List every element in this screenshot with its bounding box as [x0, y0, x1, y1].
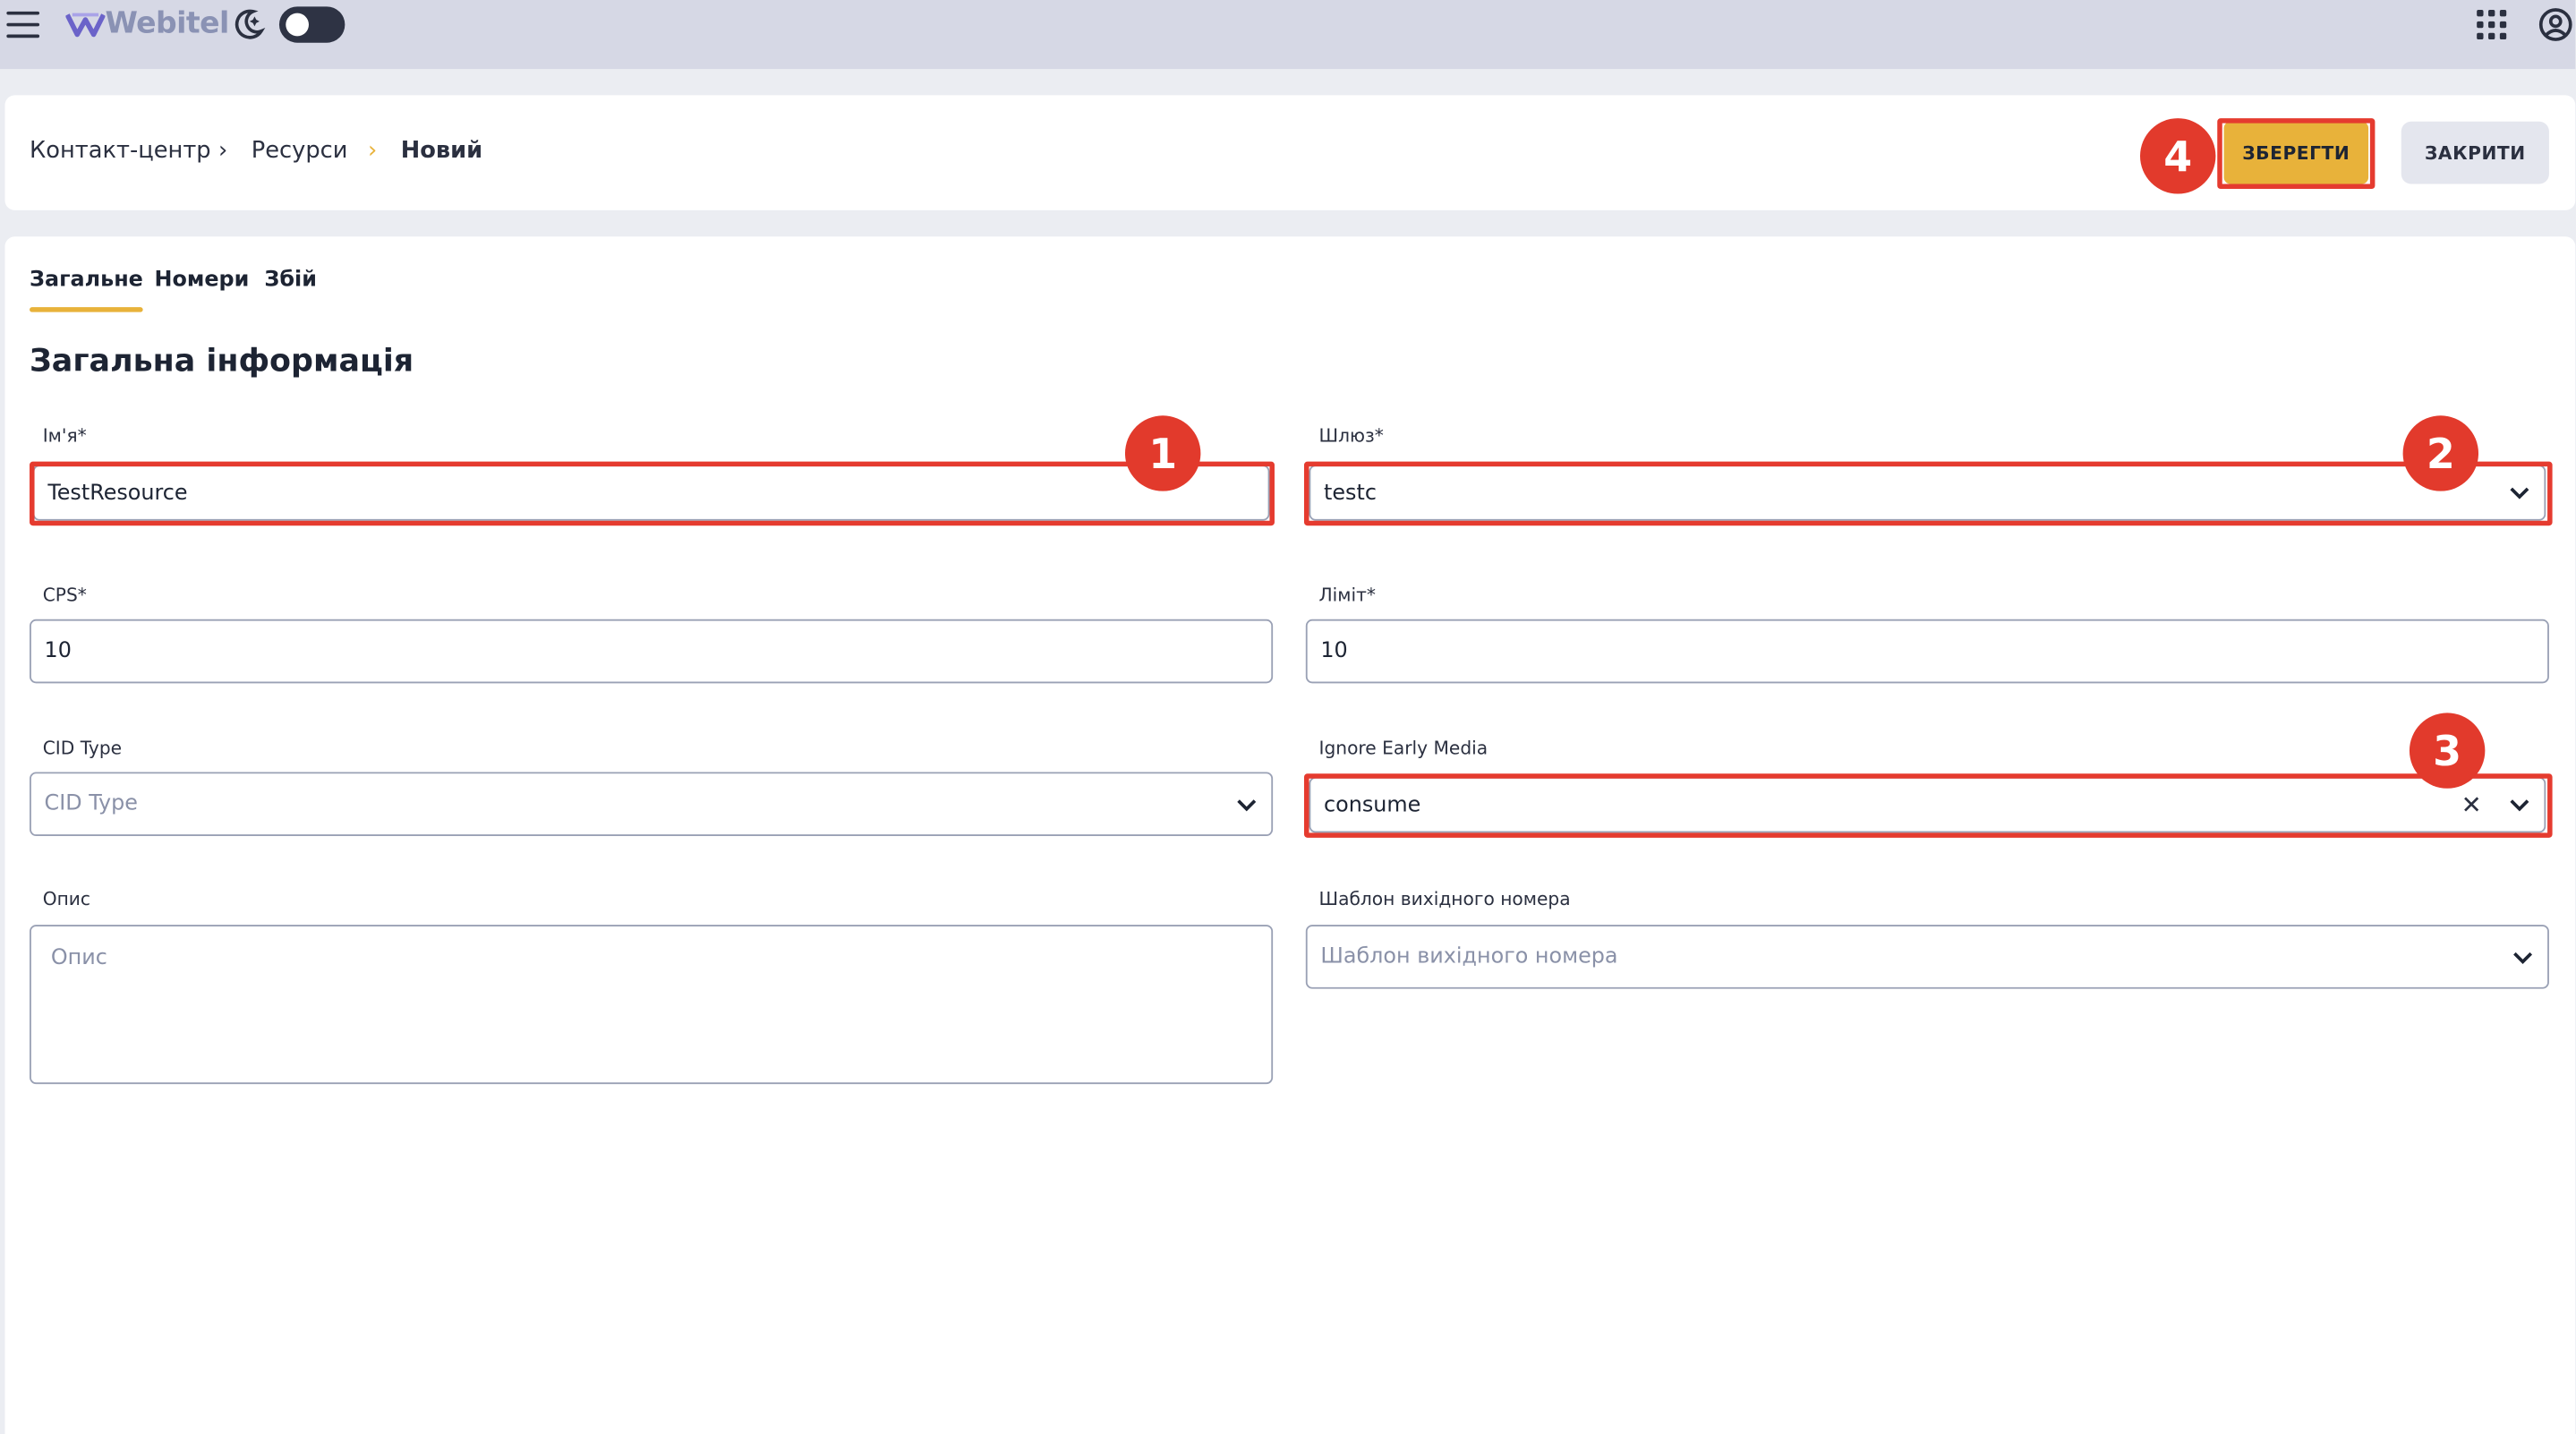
annotation-badge-3: 3 — [2409, 713, 2486, 789]
annotation-badge-4: 4 — [2140, 118, 2216, 194]
tab-numbers[interactable]: Номери — [154, 268, 249, 293]
chevron-down-icon[interactable] — [1235, 792, 1258, 815]
name-input-highlight — [30, 461, 1275, 526]
top-bar — [0, 0, 2576, 70]
annotation-badge-2: 2 — [2402, 415, 2479, 491]
cid-type-placeholder: CID Type — [44, 791, 138, 816]
ignore-early-media-label: Ignore Early Media — [1318, 737, 1488, 759]
cps-label: CPS* — [42, 585, 87, 607]
close-button[interactable]: ЗАКРИТИ — [2401, 121, 2549, 184]
cps-input[interactable]: 10 — [30, 619, 1274, 684]
annotation-badge-1: 1 — [1124, 415, 1201, 491]
cid-type-select[interactable]: CID Type — [30, 772, 1274, 837]
description-textarea[interactable] — [30, 925, 1274, 1085]
number-template-placeholder: Шаблон вихідного номера — [1320, 944, 1618, 969]
app-logo-text: Webitel — [105, 6, 229, 41]
gateway-select-highlight — [1303, 461, 2553, 526]
section-title: Загальна інформація — [30, 343, 414, 380]
ignore-early-media-highlight — [1303, 773, 2553, 838]
webitel-logo-icon — [65, 13, 106, 38]
grid-icon[interactable] — [2477, 10, 2507, 40]
user-icon[interactable] — [2538, 6, 2573, 42]
chevron-down-icon[interactable] — [2512, 945, 2535, 969]
save-button-highlight — [2217, 118, 2376, 190]
toggle-knob — [286, 13, 309, 37]
name-label: Ім'я* — [42, 425, 87, 448]
limit-input[interactable]: 10 — [1305, 619, 2549, 684]
cid-type-label: CID Type — [42, 737, 123, 759]
breadcrumb-separator: › — [368, 138, 378, 165]
theme-toggle[interactable] — [278, 6, 345, 43]
moon-icon[interactable] — [230, 6, 266, 42]
hamburger-icon[interactable] — [6, 11, 40, 38]
tab-general[interactable]: Загальне — [30, 268, 143, 293]
limit-value: 10 — [1320, 638, 1348, 664]
cps-value: 10 — [44, 638, 72, 664]
breadcrumb-separator: › — [218, 138, 228, 165]
active-tab-indicator — [30, 307, 143, 312]
limit-label: Ліміт* — [1318, 585, 1376, 607]
breadcrumb-item-current: Новий — [400, 138, 483, 165]
number-template-select[interactable]: Шаблон вихідного номера — [1305, 925, 2549, 989]
gateway-label: Шлюз* — [1318, 425, 1384, 448]
description-label: Опис — [42, 888, 91, 910]
breadcrumb-item-resources[interactable]: Ресурси — [252, 138, 348, 164]
number-template-label: Шаблон вихідного номера — [1318, 888, 1571, 910]
tab-failure[interactable]: Збій — [264, 268, 317, 293]
breadcrumb-item-contact-center[interactable]: Контакт-центр — [30, 138, 211, 164]
